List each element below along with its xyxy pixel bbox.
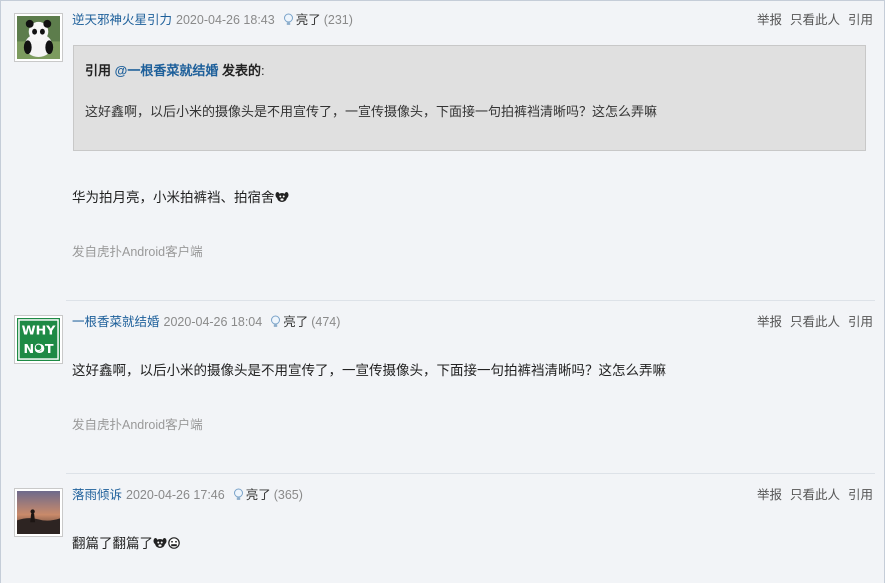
avatar[interactable]: WHY NOT — [14, 315, 63, 364]
post-content: 华为拍月亮，小米拍裤裆、拍宿舍 — [72, 186, 289, 206]
light-count: (474) — [311, 315, 341, 329]
report-button[interactable]: 举报 — [757, 315, 782, 329]
post-source: 发自虎扑Android客户端 — [72, 245, 203, 259]
dog-emoji-icon — [153, 538, 167, 548]
lightbulb-icon[interactable] — [270, 315, 281, 328]
only-this-user-button[interactable]: 只看此人 — [790, 488, 840, 502]
quote-prefix: 引用 — [85, 63, 112, 78]
dog-emoji-icon — [275, 192, 288, 202]
quote-button[interactable]: 引用 — [848, 315, 873, 329]
quote-colon: : — [260, 63, 265, 78]
username-link[interactable]: 落雨倾诉 — [72, 488, 122, 502]
post-actions: 举报 只看此人 引用 — [749, 314, 873, 330]
light-count: (231) — [323, 13, 353, 27]
light-button[interactable]: 亮了 — [246, 488, 271, 502]
post-meta: 逆天邪神火星引力 2020-04-26 18:43 亮了 (231) — [72, 12, 353, 28]
username-link[interactable]: 逆天邪神火星引力 — [72, 13, 172, 27]
quote-button[interactable]: 引用 — [848, 13, 873, 27]
post-time: 2020-04-26 18:04 — [163, 315, 263, 329]
light-button[interactable]: 亮了 — [296, 13, 321, 27]
post-meta: 落雨倾诉 2020-04-26 17:46 亮了 (365) — [72, 487, 303, 503]
only-this-user-button[interactable]: 只看此人 — [790, 315, 840, 329]
post-content-text: 华为拍月亮，小米拍裤裆、拍宿舍 — [72, 190, 275, 205]
post-source: 发自虎扑Android客户端 — [72, 418, 203, 432]
post-3: 落雨倾诉 2020-04-26 17:46 亮了 (365) 举报 只看此人 引用 翻篇了… — [0, 474, 885, 583]
post-content-text: 这好鑫啊，以后小米的摄像头是不用宣传了，一宣传摄像头，下面接一句拍裤裆清晰吗？这… — [72, 363, 666, 378]
lightbulb-icon[interactable] — [233, 488, 244, 501]
avatar[interactable] — [14, 488, 63, 537]
quote-text: 这好鑫啊，以后小米的摄像头是不用宣传了，一宣传摄像头，下面接一句拍裤裆清晰吗？这… — [85, 104, 658, 119]
quote-suffix: 发表的 — [221, 63, 261, 78]
post-2: WHY NOT 一根香菜就结婚2020-04-26 18:04 亮了(474) 举… — [0, 301, 885, 473]
post-time: 2020-04-26 18:43 — [176, 13, 275, 27]
only-this-user-button[interactable]: 只看此人 — [790, 13, 840, 27]
light-count: (365) — [273, 488, 303, 502]
username-link[interactable]: 一根香菜就结婚 — [72, 315, 160, 329]
post-actions: 举报 只看此人 引用 — [749, 12, 873, 28]
post-1: 逆天邪神火星引力 2020-04-26 18:43 亮了 (231) 举报 只看此人 引用… — [0, 0, 885, 300]
why-not-avatar-image: WHY NOT — [17, 318, 60, 361]
quote-header: 引用 @一根香菜就结婚 发表的: — [85, 60, 265, 79]
quote-button[interactable]: 引用 — [848, 488, 873, 502]
post-content: 翻篇了翻篇了 — [72, 532, 181, 552]
post-time: 2020-04-26 17:46 — [126, 488, 225, 502]
sunset-avatar-image — [17, 491, 60, 534]
post-content: 这好鑫啊，以后小米的摄像头是不用宣传了，一宣传摄像头，下面接一句拍裤裆清晰吗？这… — [72, 359, 666, 379]
post-meta: 一根香菜就结婚 2020-04-26 18:04 亮了 (474) — [72, 314, 340, 330]
quote-block: 引用 @一根香菜就结婚 发表的: 这好鑫啊，以后小米的摄像头是不用宣传了，一宣传… — [73, 45, 866, 151]
avatar-text-line-1: WHY — [22, 323, 57, 338]
quoted-user-link[interactable]: @一根香菜就结婚 — [115, 63, 219, 78]
avatar[interactable] — [14, 13, 63, 62]
report-button[interactable]: 举报 — [757, 13, 782, 27]
grimace-emoji-icon — [168, 537, 180, 549]
light-button[interactable]: 亮了 — [283, 315, 308, 329]
lightbulb-icon[interactable] — [283, 13, 294, 26]
report-button[interactable]: 举报 — [757, 488, 782, 502]
post-content-text: 翻篇了翻篇了 — [72, 536, 153, 551]
panda-avatar-image — [17, 16, 60, 59]
post-actions: 举报 只看此人 引用 — [749, 487, 873, 503]
